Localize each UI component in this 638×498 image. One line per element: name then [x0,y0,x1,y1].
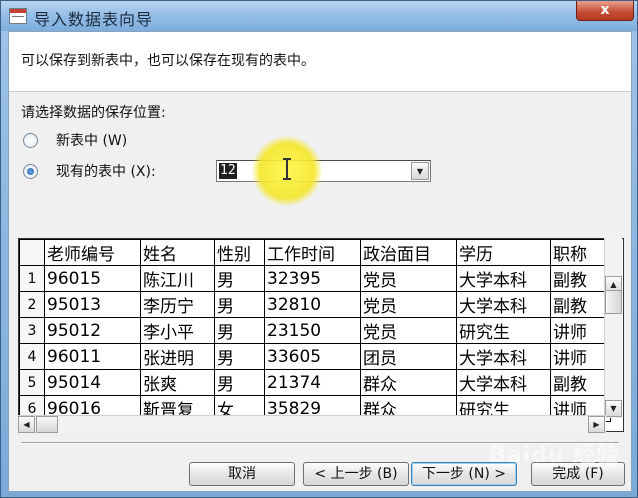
table-cell: 副教 [550,369,611,396]
table-cell: 研究生 [456,317,551,344]
scroll-down-icon[interactable]: ▼ [605,400,622,417]
horizontal-scrollbar[interactable]: ◀ ▶ [18,415,606,433]
table-cell: 张进明 [140,343,215,370]
table-row: 5 95014 张爽 男 21374 群众 大学本科 副教 [19,369,611,396]
option-new-table-label: 新表中 (W) [56,133,128,149]
table-cell: 李历宁 [140,291,215,318]
table-cell: 大学本科 [456,343,551,370]
table-cell: 李小平 [140,317,215,344]
table-cell: 大学本科 [456,265,551,292]
table-cell: 95013 [44,291,141,318]
scroll-left-icon[interactable]: ◀ [18,416,35,433]
option-existing-table-label: 现有的表中 (X): [56,164,156,180]
table-cell: 团员 [360,343,457,370]
header-panel: 可以保存到新表中，也可以保存在现有的表中。 [9,32,631,92]
table-cell: 男 [214,291,265,318]
row-number: 2 [19,291,45,318]
table-row: 3 95012 李小平 男 23150 党员 研究生 讲师 [19,317,611,344]
radio-existing-table[interactable] [23,163,38,179]
table-row: 4 96011 张进明 男 33605 团员 大学本科 讲师 [19,343,611,370]
column-header[interactable]: 学历 [456,239,551,266]
row-number: 5 [19,369,45,396]
table-cell: 陈江川 [140,265,215,292]
table-cell: 男 [214,265,265,292]
option-existing-table[interactable]: 现有的表中 (X): [23,161,156,181]
table-cell: 群众 [360,369,457,396]
table-icon [9,8,27,24]
table-cell: 张爽 [140,369,215,396]
table-cell: 党员 [360,291,457,318]
table-row: 2 95013 李历宁 男 32810 党员 大学本科 副教 [19,291,611,318]
table-cell: 33605 [264,343,361,370]
vertical-scrollbar[interactable]: ▲ ▼ [604,238,622,418]
table-cell: 96015 [44,265,141,292]
row-number: 1 [19,265,45,292]
back-button[interactable]: < 上一步 (B) [303,462,409,486]
wizard-body: 可以保存到新表中，也可以保存在现有的表中。 请选择数据的保存位置: 新表中 (W… [8,31,632,492]
table-cell: 大学本科 [456,369,551,396]
text-cursor-icon [283,158,291,180]
table-cell: 32395 [264,265,361,292]
table-cell: 讲师 [550,343,611,370]
close-button[interactable]: x [576,1,634,21]
table-cell: 男 [214,369,265,396]
table-cell: 95014 [44,369,141,396]
table-cell: 党员 [360,265,457,292]
column-header[interactable]: 性别 [214,239,265,266]
table-cell: 96011 [44,343,141,370]
table-cell: 党员 [360,317,457,344]
option-new-table[interactable]: 新表中 (W) [23,130,127,150]
row-number-header [19,239,45,266]
row-number: 3 [19,317,45,344]
data-table: 老师编号 姓名 性别 工作时间 政治面目 学历 职称 1 96015 陈江川 男… [19,239,611,422]
table-cell: 21374 [264,369,361,396]
table-cell: 大学本科 [456,291,551,318]
table-cell: 男 [214,317,265,344]
table-cell: 32810 [264,291,361,318]
row-number: 4 [19,343,45,370]
table-cell: 23150 [264,317,361,344]
import-wizard-window: 导入数据表向导 x 可以保存到新表中，也可以保存在现有的表中。 请选择数据的保存… [0,0,638,498]
window-title: 导入数据表向导 [34,10,154,29]
save-location-prompt: 请选择数据的保存位置: [21,105,166,121]
radio-new-table[interactable] [23,132,38,148]
column-header[interactable]: 老师编号 [44,239,141,266]
existing-table-select[interactable]: 12 ▼ [216,160,431,182]
column-header[interactable]: 工作时间 [264,239,361,266]
column-header[interactable]: 政治面目 [360,239,457,266]
header-description: 可以保存到新表中，也可以保存在现有的表中。 [21,53,315,69]
scroll-right-icon[interactable]: ▶ [588,416,605,433]
vertical-scroll-thumb[interactable] [605,290,622,314]
watermark-text: Baidu 经验 [489,443,620,468]
title-bar[interactable]: 导入数据表向导 x [1,1,637,31]
cancel-button[interactable]: 取消 [189,462,295,486]
horizontal-scroll-thumb[interactable] [36,416,58,433]
column-header[interactable]: 姓名 [140,239,215,266]
table-row: 1 96015 陈江川 男 32395 党员 大学本科 副教 [19,265,611,292]
table-cell: 讲师 [550,317,611,344]
table-cell: 副教 [550,265,611,292]
column-header[interactable]: 职称 [550,239,611,266]
dropdown-arrow-icon[interactable]: ▼ [411,162,429,180]
data-preview-grid: 老师编号 姓名 性别 工作时间 政治面目 学历 职称 1 96015 陈江川 男… [18,238,624,432]
table-cell: 男 [214,343,265,370]
table-cell: 副教 [550,291,611,318]
existing-table-value: 12 [219,163,237,179]
table-cell: 95012 [44,317,141,344]
table-header-row: 老师编号 姓名 性别 工作时间 政治面目 学历 职称 [19,239,611,266]
